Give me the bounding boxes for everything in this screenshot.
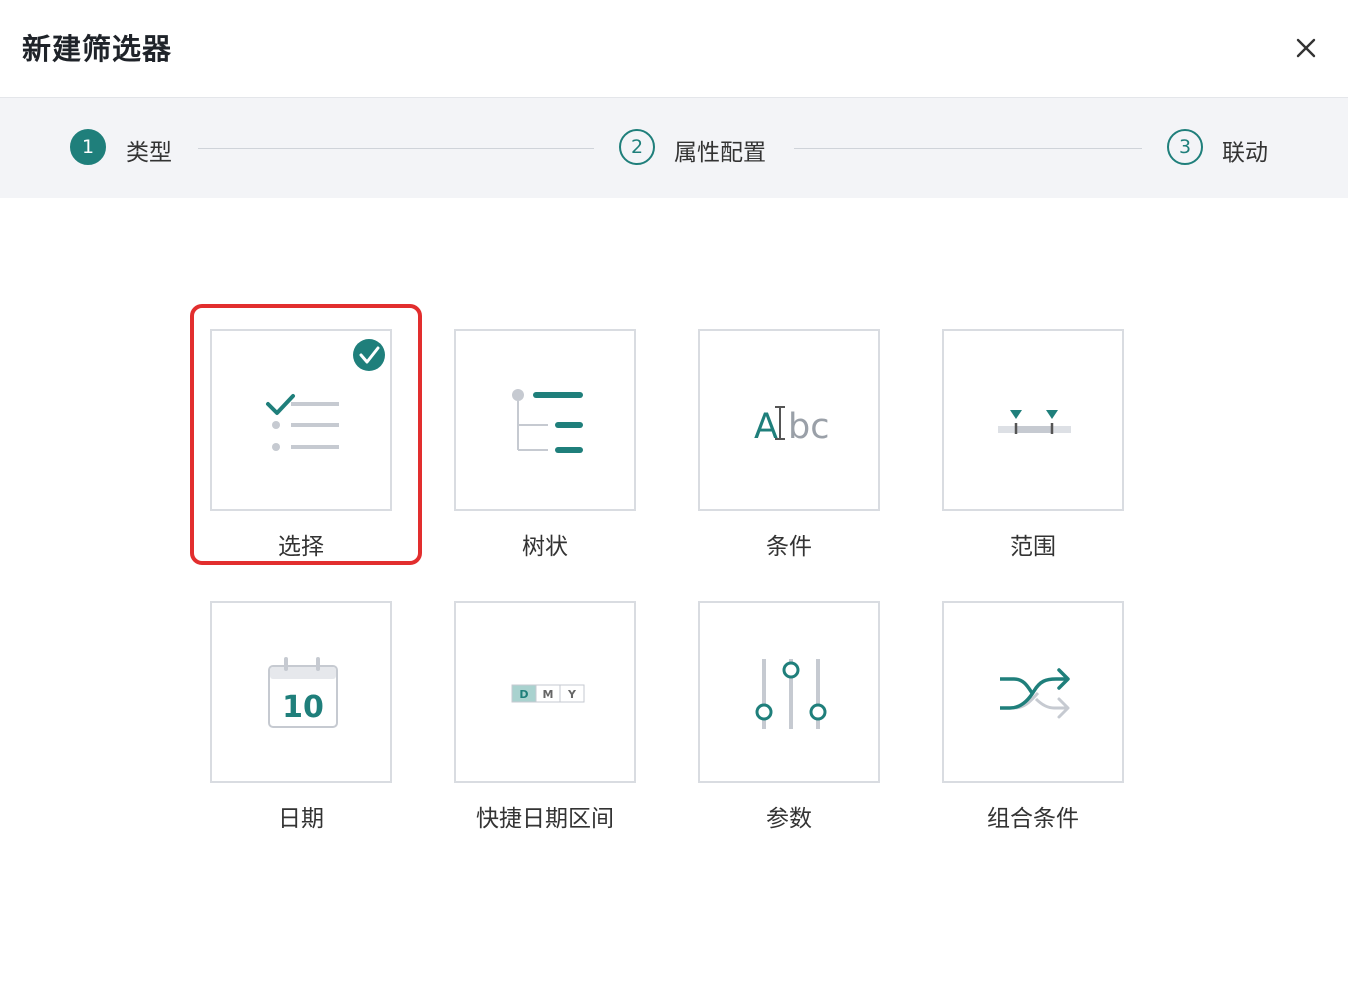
- step-3-label: 联动: [1222, 140, 1268, 166]
- dmy-toggle-icon: D M Y: [511, 684, 585, 703]
- filter-type-date-label: 日期: [278, 806, 324, 832]
- dialog-header: 新建筛选器: [0, 0, 1348, 98]
- stepper: 1 类型 2 属性配置 3 联动: [0, 98, 1348, 198]
- step-connector: [198, 148, 594, 149]
- filter-type-combined-label: 组合条件: [987, 806, 1079, 832]
- dmy-month: M: [543, 688, 554, 701]
- filter-type-tree-label: 树状: [522, 534, 568, 560]
- step-1-number: 1: [70, 129, 106, 165]
- filter-type-range-label: 范围: [1010, 534, 1056, 560]
- shuffle-icon: [1000, 668, 1070, 719]
- filter-type-quick-date-range-label: 快捷日期区间: [476, 806, 614, 832]
- sliders-icon: [755, 659, 827, 729]
- filter-type-parameter-card[interactable]: [698, 601, 880, 783]
- filter-type-tree-card[interactable]: [454, 329, 636, 511]
- icon-letters-bc: bc: [788, 407, 829, 447]
- filter-type-date-card[interactable]: 10: [210, 601, 392, 783]
- dmy-year: Y: [567, 688, 577, 701]
- step-1-label: 类型: [126, 140, 172, 166]
- close-button[interactable]: [1288, 30, 1324, 66]
- icon-letter-a: A: [754, 407, 778, 447]
- step-3-number: 3: [1167, 129, 1203, 165]
- filter-type-range-card[interactable]: [942, 329, 1124, 511]
- close-icon: [1296, 38, 1316, 58]
- filter-type-condition-label: 条件: [766, 534, 812, 560]
- calendar-day-number: 10: [282, 690, 324, 725]
- step-connector: [794, 148, 1142, 149]
- filter-type-parameter-label: 参数: [766, 806, 812, 832]
- step-2-label: 属性配置: [674, 140, 766, 166]
- range-slider-icon: [998, 410, 1071, 434]
- dialog-title: 新建筛选器: [22, 32, 173, 66]
- filter-type-quick-date-range-card[interactable]: D M Y: [454, 601, 636, 783]
- text-condition-icon: A bc: [754, 406, 829, 447]
- selected-check-icon: [353, 339, 385, 371]
- tree-icon: [512, 389, 583, 453]
- filter-type-select-label: 选择: [278, 534, 324, 560]
- filter-type-select-card[interactable]: [210, 329, 392, 511]
- filter-type-condition-card[interactable]: A bc: [698, 329, 880, 511]
- dmy-day: D: [519, 688, 528, 701]
- calendar-icon: 10: [268, 657, 338, 728]
- step-2-number: 2: [619, 129, 655, 165]
- filter-type-combined-card[interactable]: [942, 601, 1124, 783]
